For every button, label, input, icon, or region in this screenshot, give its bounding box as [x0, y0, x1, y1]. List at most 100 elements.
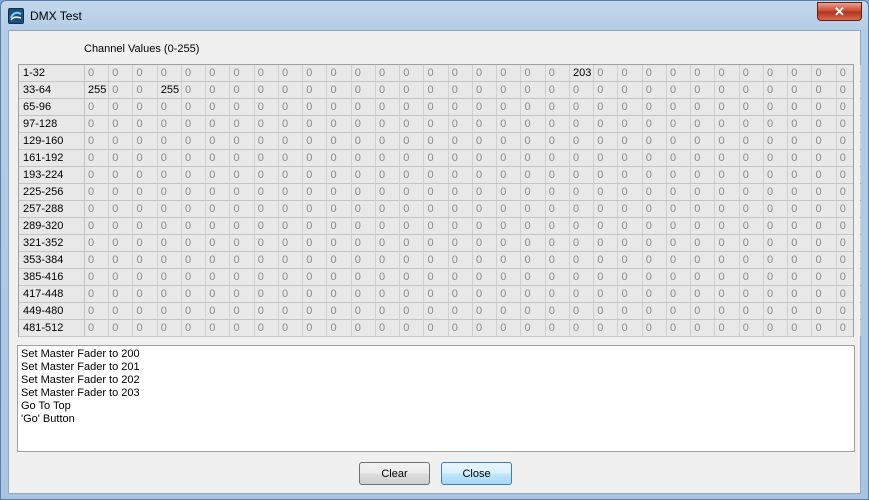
- channel-value-cell[interactable]: 0: [109, 167, 134, 183]
- channel-value-cell[interactable]: 0: [449, 235, 473, 251]
- channel-value-cell[interactable]: 0: [85, 286, 109, 302]
- channel-value-cell[interactable]: 0: [643, 167, 667, 183]
- channel-value-cell[interactable]: 0: [255, 252, 279, 268]
- channel-value-cell[interactable]: 255: [158, 82, 182, 98]
- channel-value-cell[interactable]: 0: [158, 99, 182, 115]
- channel-value-cell[interactable]: 0: [182, 99, 206, 115]
- channel-value-cell[interactable]: 0: [206, 218, 231, 234]
- channel-value-cell[interactable]: 0: [400, 269, 425, 285]
- channel-value-cell[interactable]: 0: [255, 184, 279, 200]
- channel-value-cell[interactable]: 0: [619, 116, 643, 132]
- channel-value-cell[interactable]: 0: [691, 133, 716, 149]
- channel-value-cell[interactable]: 0: [279, 167, 303, 183]
- channel-value-cell[interactable]: 0: [594, 133, 619, 149]
- channel-value-cell[interactable]: 0: [667, 82, 691, 98]
- channel-value-cell[interactable]: 0: [134, 150, 158, 166]
- channel-value-cell[interactable]: 0: [546, 201, 570, 217]
- channel-value-cell[interactable]: 0: [352, 235, 376, 251]
- channel-value-cell[interactable]: 0: [740, 218, 764, 234]
- channel-value-cell[interactable]: 0: [206, 167, 231, 183]
- channel-value-cell[interactable]: 0: [231, 116, 255, 132]
- channel-value-cell[interactable]: 0: [788, 99, 813, 115]
- window-close-button[interactable]: ✕: [817, 2, 862, 21]
- channel-value-cell[interactable]: 0: [328, 201, 352, 217]
- channel-value-cell[interactable]: 0: [134, 286, 158, 302]
- channel-value-cell[interactable]: 0: [109, 150, 134, 166]
- channel-value-cell[interactable]: 0: [691, 150, 716, 166]
- channel-value-cell[interactable]: 0: [473, 303, 497, 319]
- channel-value-cell[interactable]: 0: [255, 235, 279, 251]
- channel-value-cell[interactable]: 0: [522, 116, 546, 132]
- channel-value-cell[interactable]: 0: [109, 218, 134, 234]
- channel-value-cell[interactable]: 0: [619, 252, 643, 268]
- channel-value-cell[interactable]: 0: [497, 133, 522, 149]
- channel-value-cell[interactable]: 0: [837, 235, 861, 251]
- channel-value-cell[interactable]: 0: [643, 235, 667, 251]
- channel-value-cell[interactable]: 0: [594, 320, 619, 336]
- channel-value-cell[interactable]: 0: [667, 99, 691, 115]
- channel-value-cell[interactable]: 0: [425, 269, 449, 285]
- channel-value-cell[interactable]: 0: [740, 235, 764, 251]
- channel-value-cell[interactable]: 0: [279, 252, 303, 268]
- channel-value-cell[interactable]: 0: [788, 320, 813, 336]
- channel-value-cell[interactable]: 0: [328, 252, 352, 268]
- channel-value-cell[interactable]: 0: [594, 167, 619, 183]
- channel-value-cell[interactable]: 0: [206, 201, 231, 217]
- channel-value-cell[interactable]: 0: [134, 303, 158, 319]
- channel-value-cell[interactable]: 0: [206, 252, 231, 268]
- channel-value-cell[interactable]: 0: [788, 167, 813, 183]
- channel-value-cell[interactable]: 0: [303, 320, 328, 336]
- channel-value-cell[interactable]: 0: [594, 269, 619, 285]
- channel-value-cell[interactable]: 0: [594, 201, 619, 217]
- channel-value-cell[interactable]: 0: [449, 252, 473, 268]
- channel-value-cell[interactable]: 0: [449, 218, 473, 234]
- channel-value-cell[interactable]: 0: [570, 133, 594, 149]
- channel-value-cell[interactable]: 0: [837, 150, 861, 166]
- channel-value-cell[interactable]: 0: [376, 218, 400, 234]
- channel-value-cell[interactable]: 0: [570, 218, 594, 234]
- channel-value-cell[interactable]: 0: [497, 218, 522, 234]
- channel-value-cell[interactable]: 0: [255, 167, 279, 183]
- channel-value-cell[interactable]: 0: [231, 133, 255, 149]
- channel-value-cell[interactable]: 0: [255, 201, 279, 217]
- channel-value-cell[interactable]: 0: [473, 133, 497, 149]
- channel-value-cell[interactable]: 0: [619, 133, 643, 149]
- channel-value-cell[interactable]: 0: [546, 269, 570, 285]
- channel-value-cell[interactable]: 0: [522, 133, 546, 149]
- channel-value-cell[interactable]: 0: [473, 252, 497, 268]
- channel-value-cell[interactable]: 0: [425, 218, 449, 234]
- channel-value-cell[interactable]: 0: [376, 320, 400, 336]
- channel-value-cell[interactable]: 0: [837, 99, 861, 115]
- channel-value-cell[interactable]: 0: [570, 286, 594, 302]
- channel-value-cell[interactable]: 0: [570, 320, 594, 336]
- channel-value-cell[interactable]: 0: [764, 150, 788, 166]
- channel-value-cell[interactable]: 0: [497, 269, 522, 285]
- channel-value-cell[interactable]: 0: [85, 320, 109, 336]
- channel-value-cell[interactable]: 0: [158, 184, 182, 200]
- channel-value-cell[interactable]: 0: [813, 235, 837, 251]
- channel-value-cell[interactable]: 0: [764, 201, 788, 217]
- channel-value-cell[interactable]: 0: [206, 116, 231, 132]
- channel-value-cell[interactable]: 0: [425, 133, 449, 149]
- channel-value-cell[interactable]: 0: [328, 82, 352, 98]
- channel-value-cell[interactable]: 0: [182, 320, 206, 336]
- channel-value-cell[interactable]: 0: [400, 320, 425, 336]
- channel-value-cell[interactable]: 0: [400, 303, 425, 319]
- channel-value-cell[interactable]: 0: [522, 269, 546, 285]
- channel-value-cell[interactable]: 0: [352, 303, 376, 319]
- channel-value-cell[interactable]: 0: [376, 303, 400, 319]
- channel-value-cell[interactable]: 0: [643, 286, 667, 302]
- channel-value-cell[interactable]: 0: [376, 99, 400, 115]
- channel-value-cell[interactable]: 0: [109, 269, 134, 285]
- channel-value-cell[interactable]: 0: [764, 218, 788, 234]
- channel-value-cell[interactable]: 0: [716, 184, 740, 200]
- channel-value-cell[interactable]: 0: [594, 82, 619, 98]
- channel-value-cell[interactable]: 0: [134, 201, 158, 217]
- channel-value-cell[interactable]: 0: [788, 286, 813, 302]
- channel-value-cell[interactable]: 0: [691, 167, 716, 183]
- channel-value-cell[interactable]: 0: [400, 201, 425, 217]
- channel-value-cell[interactable]: 0: [158, 65, 182, 81]
- channel-value-cell[interactable]: 0: [667, 303, 691, 319]
- channel-value-cell[interactable]: 0: [400, 184, 425, 200]
- channel-value-cell[interactable]: 0: [231, 99, 255, 115]
